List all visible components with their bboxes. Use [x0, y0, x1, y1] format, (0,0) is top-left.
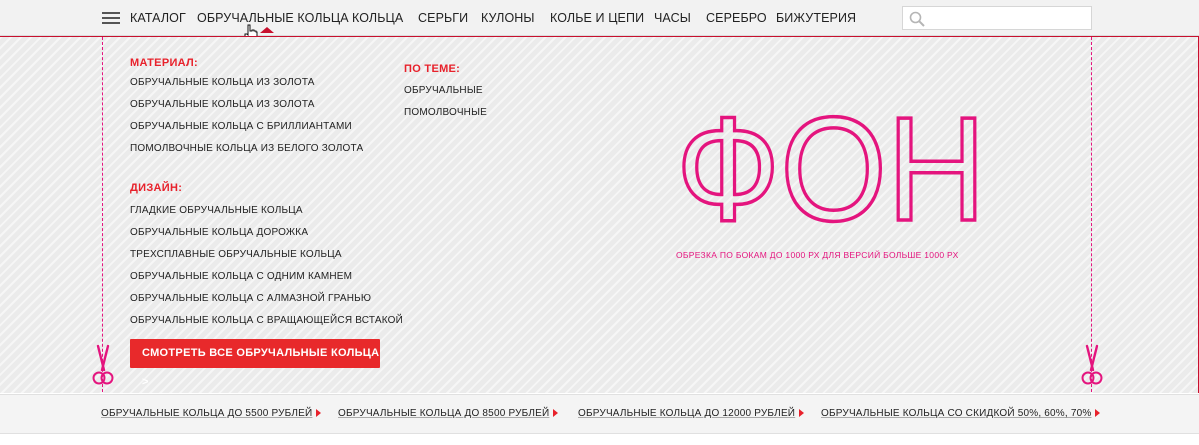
price-link[interactable]: ОБРУЧАЛЬНЫЕ КОЛЬЦА СО СКИДКОЙ 50%, 60%, …: [821, 408, 1101, 419]
menu-link[interactable]: ПОМОЛВОЧНЫЕ: [404, 107, 487, 118]
search-box[interactable]: [902, 6, 1092, 30]
price-link-label: ОБРУЧАЛЬНЫЕ КОЛЬЦА ДО 8500 РУБЛЕЙ: [338, 408, 550, 419]
right-crop-guide: [1091, 37, 1092, 392]
triangle-right-icon: [316, 409, 322, 418]
scissors-icon: [1081, 344, 1103, 385]
top-navigation: КАТАЛОГ ОБРУЧАЛЬНЫЕ КОЛЬЦА КОЛЬЦА СЕРЬГИ…: [0, 0, 1199, 36]
view-all-wedding-rings-button[interactable]: СМОТРЕТЬ ВСЕ ОБРУЧАЛЬНЫЕ КОЛЬЦА >: [130, 339, 380, 388]
price-link-label: ОБРУЧАЛЬНЫЕ КОЛЬЦА СО СКИДКОЙ 50%, 60%, …: [821, 408, 1092, 419]
nav-item-necklaces[interactable]: КОЛЬЕ И ЦЕПИ: [550, 11, 644, 25]
price-link[interactable]: ОБРУЧАЛЬНЫЕ КОЛЬЦА ДО 8500 РУБЛЕЙ: [338, 408, 559, 419]
theme-heading: ПО ТЕМЕ:: [404, 63, 461, 75]
menu-link[interactable]: ОБРУЧАЛЬНЫЕ КОЛЬЦА С АЛМАЗНОЙ ГРАНЬЮ: [130, 293, 371, 304]
price-links-strip: ОБРУЧАЛЬНЫЕ КОЛЬЦА ДО 5500 РУБЛЕЙ ОБРУЧА…: [0, 394, 1199, 434]
nav-item-rings[interactable]: КОЛЬЦА: [352, 11, 403, 25]
menu-link[interactable]: ОБРУЧАЛЬНЫЕ: [404, 85, 483, 96]
menu-link[interactable]: ПОМОЛВОЧНЫЕ КОЛЬЦА ИЗ БЕЛОГО ЗОЛОТА: [130, 143, 363, 154]
menu-link[interactable]: ОБРУЧАЛЬНЫЕ КОЛЬЦА С ОДНИМ КАМНЕМ: [130, 271, 352, 282]
nav-item-silver[interactable]: СЕРЕБРО: [706, 11, 767, 25]
nav-item-bijouterie[interactable]: БИЖУТЕРИЯ: [776, 11, 856, 25]
price-link[interactable]: ОБРУЧАЛЬНЫЕ КОЛЬЦА ДО 12000 РУБЛЕЙ: [578, 408, 805, 419]
nav-item-wedding-rings[interactable]: ОБРУЧАЛЬНЫЕ КОЛЬЦА: [197, 11, 349, 25]
menu-link[interactable]: ОБРУЧАЛЬНЫЕ КОЛЬЦА ИЗ ЗОЛОТА: [130, 77, 315, 88]
price-link-label: ОБРУЧАЛЬНЫЕ КОЛЬЦА ДО 12000 РУБЛЕЙ: [578, 408, 796, 419]
hamburger-menu-icon[interactable]: [102, 12, 120, 24]
menu-link[interactable]: ОБРУЧАЛЬНЫЕ КОЛЬЦА ДОРОЖКА: [130, 227, 308, 238]
triangle-right-icon: [799, 409, 805, 418]
menu-link[interactable]: ТРЕХСПЛАВНЫЕ ОБРУЧАЛЬНЫЕ КОЛЬЦА: [130, 249, 342, 260]
search-input[interactable]: [931, 9, 1087, 27]
triangle-right-icon: [553, 409, 559, 418]
menu-link[interactable]: ГЛАДКИЕ ОБРУЧАЛЬНЫЕ КОЛЬЦА: [130, 205, 303, 216]
material-heading: МАТЕРИАЛ:: [130, 57, 199, 69]
background-note: ОБРЕЗКА ПО БОКАМ ДО 1000 РХ ДЛЯ ВЕРСИЙ Б…: [676, 250, 959, 260]
menu-link[interactable]: ОБРУЧАЛЬНЫЕ КОЛЬЦА С ВРАЩАЮЩЕЙСЯ ВСТАКОЙ: [130, 315, 403, 326]
scissors-icon: [92, 344, 114, 385]
menu-link[interactable]: ОБРУЧАЛЬНЫЕ КОЛЬЦА С БРИЛЛИАНТАМИ: [130, 121, 352, 132]
design-heading: ДИЗАЙН:: [130, 182, 183, 194]
active-tab-caret: [260, 27, 274, 33]
search-icon[interactable]: [909, 11, 925, 27]
background-placeholder-title: ФОН: [676, 112, 988, 232]
nav-item-watches[interactable]: ЧАСЫ: [654, 11, 691, 25]
nav-item-pendants[interactable]: КУЛОНЫ: [481, 11, 535, 25]
price-link-label: ОБРУЧАЛЬНЫЕ КОЛЬЦА ДО 5500 РУБЛЕЙ: [101, 408, 313, 419]
nav-catalog[interactable]: КАТАЛОГ: [130, 11, 186, 25]
nav-item-earrings[interactable]: СЕРЬГИ: [418, 11, 468, 25]
triangle-right-icon: [1095, 409, 1101, 418]
left-crop-guide: [102, 37, 103, 392]
price-link[interactable]: ОБРУЧАЛЬНЫЕ КОЛЬЦА ДО 5500 РУБЛЕЙ: [101, 408, 322, 419]
svg-text:ФОН: ФОН: [676, 112, 986, 232]
menu-link[interactable]: ОБРУЧАЛЬНЫЕ КОЛЬЦА ИЗ ЗОЛОТА: [130, 99, 315, 110]
